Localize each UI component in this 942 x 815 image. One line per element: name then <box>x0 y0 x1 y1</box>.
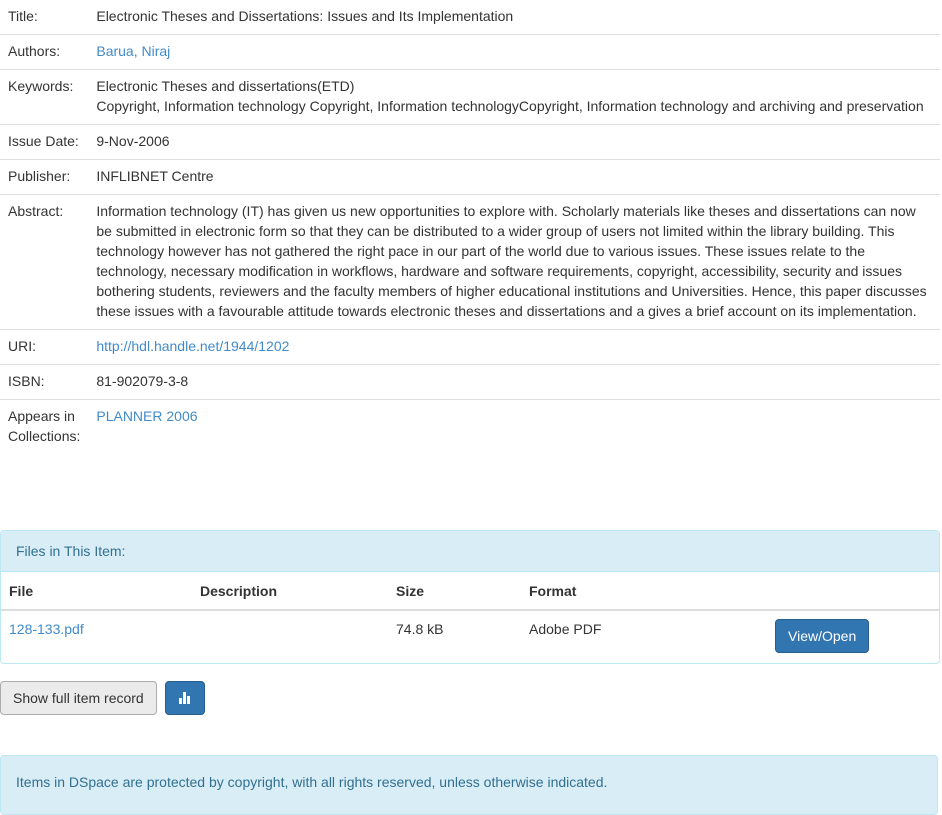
files-panel: Files in This Item: File Description Siz… <box>0 530 940 664</box>
metadata-row-title: Title: Electronic Theses and Dissertatio… <box>0 0 940 35</box>
keyword-line: Electronic Theses and dissertations(ETD) <box>96 78 355 94</box>
uri-link[interactable]: http://hdl.handle.net/1944/1202 <box>96 338 289 354</box>
keyword-line: Copyright, Information technology Copyri… <box>96 98 924 114</box>
authors-label: Authors: <box>0 34 89 70</box>
metadata-row-publisher: Publisher: INFLIBNET Centre <box>0 159 940 195</box>
file-description <box>192 610 388 663</box>
statistics-button[interactable] <box>164 681 205 715</box>
show-full-record-button[interactable]: Show full item record <box>0 681 157 715</box>
keywords-label: Keywords: <box>0 69 89 125</box>
abstract-label: Abstract: <box>0 194 89 330</box>
metadata-row-authors: Authors: Barua, Niraj <box>0 34 940 70</box>
view-open-button[interactable]: View/Open <box>775 619 870 653</box>
publisher-label: Publisher: <box>0 159 89 195</box>
isbn-label: ISBN: <box>0 364 89 400</box>
issue-date-label: Issue Date: <box>0 124 89 160</box>
abstract-value: Information technology (IT) has given us… <box>88 194 940 330</box>
column-header-action <box>768 572 939 611</box>
title-value: Electronic Theses and Dissertations: Iss… <box>96 8 514 24</box>
title-label: Title: <box>8 8 38 24</box>
publisher-value: INFLIBNET Centre <box>88 159 940 195</box>
files-panel-heading: Files in This Item: <box>1 531 939 572</box>
copyright-notice: Items in DSpace are protected by copyrig… <box>0 755 938 815</box>
files-table-header: File Description Size Format <box>1 572 939 611</box>
author-link[interactable]: Barua, Niraj <box>96 43 170 59</box>
column-header-description: Description <box>192 572 388 611</box>
file-format: Adobe PDF <box>529 621 602 637</box>
item-actions: Show full item record <box>0 681 205 715</box>
table-row: 128-133.pdf 74.8 kB Adobe PDF View/Open <box>1 610 939 663</box>
file-link[interactable]: 128-133.pdf <box>9 621 84 637</box>
metadata-row-uri: URI: http://hdl.handle.net/1944/1202 <box>0 329 940 365</box>
metadata-row-collections: Appears in Collections: PLANNER 2006 <box>0 399 940 454</box>
item-metadata-table: Title: Electronic Theses and Dissertatio… <box>0 0 940 454</box>
metadata-row-isbn: ISBN: 81-902079-3-8 <box>0 364 940 400</box>
metadata-row-issue-date: Issue Date: 9-Nov-2006 <box>0 124 940 160</box>
isbn-value: 81-902079-3-8 <box>88 364 940 400</box>
collection-link[interactable]: PLANNER 2006 <box>96 408 197 424</box>
metadata-row-abstract: Abstract: Information technology (IT) ha… <box>0 194 940 330</box>
uri-label: URI: <box>0 329 89 365</box>
bar-chart-icon <box>178 692 191 704</box>
column-header-size: Size <box>388 572 521 611</box>
metadata-row-keywords: Keywords: Electronic Theses and disserta… <box>0 69 940 125</box>
column-header-file: File <box>1 572 192 611</box>
file-size: 74.8 kB <box>396 621 444 637</box>
column-header-format: Format <box>521 572 768 611</box>
collections-label: Appears in Collections: <box>0 399 89 454</box>
issue-date-value: 9-Nov-2006 <box>88 124 940 160</box>
files-table: File Description Size Format 128-133.pdf… <box>1 572 939 663</box>
